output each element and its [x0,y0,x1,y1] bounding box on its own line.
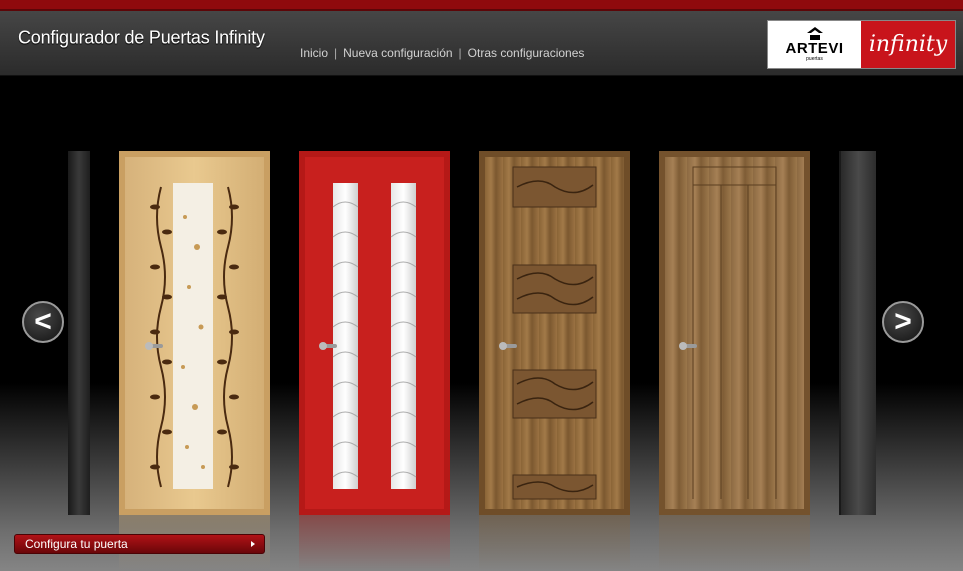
nav-link-nueva-configuracion[interactable]: Nueva configuración [343,46,452,60]
artevi-logo: ARTEVI puertas [768,21,861,68]
door-reflection [299,515,450,571]
carousel-next-button[interactable]: > [882,301,924,343]
artevi-mark-icon [806,27,823,40]
configure-door-button[interactable]: Configura tu puerta [14,534,265,554]
brand-logo[interactable]: ARTEVI puertas infinity [767,20,956,69]
carousel-prev-button[interactable]: < [22,301,64,343]
nav-separator: | [458,46,462,60]
door-partial-right[interactable] [839,151,876,515]
nav-separator: | [334,46,338,60]
door-walnut-plain[interactable] [659,151,810,515]
page-title: Configurador de Puertas Infinity [18,27,265,48]
door-walnut-plain-illustration [679,166,777,499]
configure-door-label: Configura tu puerta [25,537,128,551]
nav-link-otras-configuraciones[interactable]: Otras configuraciones [468,46,585,60]
door-partial-left[interactable] [68,151,90,515]
artevi-subtitle: puertas [806,56,823,62]
top-nav: Inicio | Nueva configuración | Otras configu… [300,46,584,60]
door-red-illustration [319,183,417,489]
door-reflection [659,515,810,571]
top-accent-bar [0,0,963,11]
door-red-wave-glass[interactable] [299,151,450,515]
artevi-wordmark: ARTEVI [785,40,844,57]
door-reflection [479,515,630,571]
door-maple-glass-vines[interactable] [119,151,270,515]
door-walnut-carved-illustration [499,166,597,500]
play-arrow-icon [251,541,255,547]
nav-link-inicio[interactable]: Inicio [300,46,328,60]
door-maple-illustration [145,183,239,489]
door-walnut-carved-panels[interactable] [479,151,630,515]
infinity-wordmark: infinity [861,21,955,68]
